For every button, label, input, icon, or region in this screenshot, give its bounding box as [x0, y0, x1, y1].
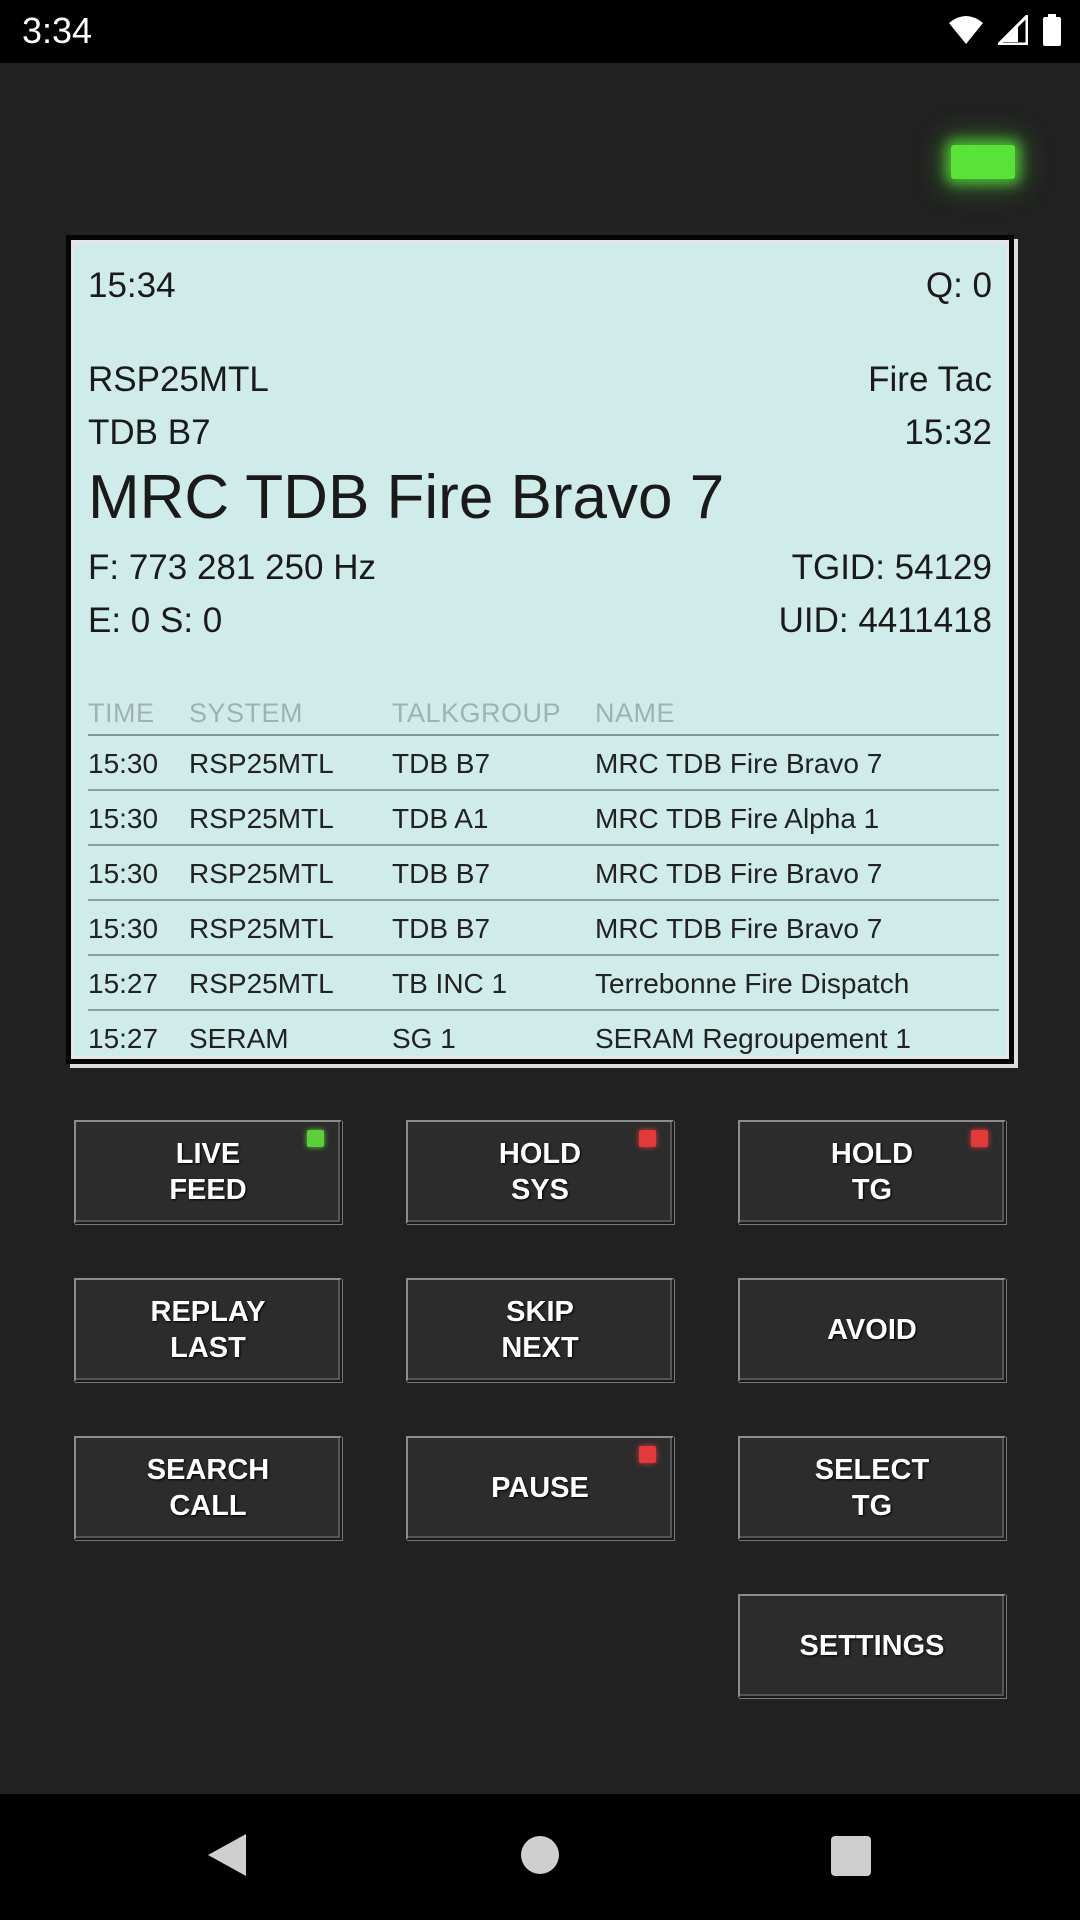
hold-tg-button[interactable]: HOLD TG [738, 1120, 1006, 1224]
system-name: RSP25MTL [88, 360, 269, 399]
frequency: F: 773 281 250 Hz [88, 548, 376, 587]
talkgroup-name: MRC TDB Fire Bravo 7 [88, 463, 725, 532]
replay-last-button[interactable]: REPLAY LAST [74, 1278, 342, 1382]
select-tg-button[interactable]: SELECT TG [738, 1436, 1006, 1540]
pause-button[interactable]: PAUSE [406, 1436, 674, 1540]
col-header-name: NAME [595, 692, 999, 736]
call-history-table: TIME SYSTEM TALKGROUP NAME 15:30 RSP25MT… [88, 692, 999, 1064]
table-row[interactable]: 15:27 RSP25MTL TB INC 1 Terrebonne Fire … [88, 955, 999, 1011]
search-call-button[interactable]: SEARCH CALL [74, 1436, 342, 1540]
skip-next-button[interactable]: SKIP NEXT [406, 1278, 674, 1382]
battery-icon [1043, 14, 1061, 46]
hold-tg-indicator [971, 1130, 988, 1147]
col-header-system: SYSTEM [189, 692, 392, 736]
status-time: 3:34 [22, 10, 93, 51]
uid: UID: 4411418 [778, 601, 992, 640]
table-row[interactable]: 15:30 RSP25MTL TDB B7 MRC TDB Fire Bravo… [88, 845, 999, 901]
live-feed-button[interactable]: LIVE FEED [74, 1120, 342, 1224]
errors-spikes: E: 0 S: 0 [88, 601, 223, 640]
talkgroup-alpha: TDB B7 [88, 413, 211, 452]
status-bar: 3:34 [0, 0, 1080, 63]
col-header-talkgroup: TALKGROUP [392, 692, 595, 736]
scanner-display: 15:34 Q: 0 RSP25MTL Fire Tac TDB B7 15:3… [66, 235, 1014, 1064]
display-clock: 15:34 [88, 266, 176, 305]
live-feed-indicator [307, 1130, 324, 1147]
col-header-time: TIME [88, 692, 189, 736]
table-row[interactable]: 15:30 RSP25MTL TDB B7 MRC TDB Fire Bravo… [88, 735, 999, 791]
home-icon[interactable] [521, 1836, 559, 1874]
hold-sys-button[interactable]: HOLD SYS [406, 1120, 674, 1224]
queue-count: Q: 0 [925, 266, 992, 305]
hold-sys-indicator [639, 1130, 656, 1147]
activity-led-indicator [951, 145, 1015, 179]
table-row[interactable]: 15:27 SERAM SG 1 SERAM Regroupement 1 [88, 1010, 999, 1064]
cell-signal-icon [998, 15, 1028, 45]
table-row[interactable]: 15:30 RSP25MTL TDB A1 MRC TDB Fire Alpha… [88, 790, 999, 846]
settings-button[interactable]: SETTINGS [738, 1594, 1006, 1698]
navigation-bar [0, 1794, 1080, 1920]
table-row[interactable]: 15:30 RSP25MTL TDB B7 MRC TDB Fire Bravo… [88, 900, 999, 956]
call-time: 15:32 [904, 413, 992, 452]
avoid-button[interactable]: AVOID [738, 1278, 1006, 1382]
wifi-icon [949, 16, 983, 44]
talkgroup-tag: Fire Tac [868, 360, 992, 399]
back-icon[interactable] [206, 1832, 248, 1878]
pause-indicator [639, 1446, 656, 1463]
tgid: TGID: 54129 [791, 548, 992, 587]
recents-icon[interactable] [831, 1836, 871, 1876]
